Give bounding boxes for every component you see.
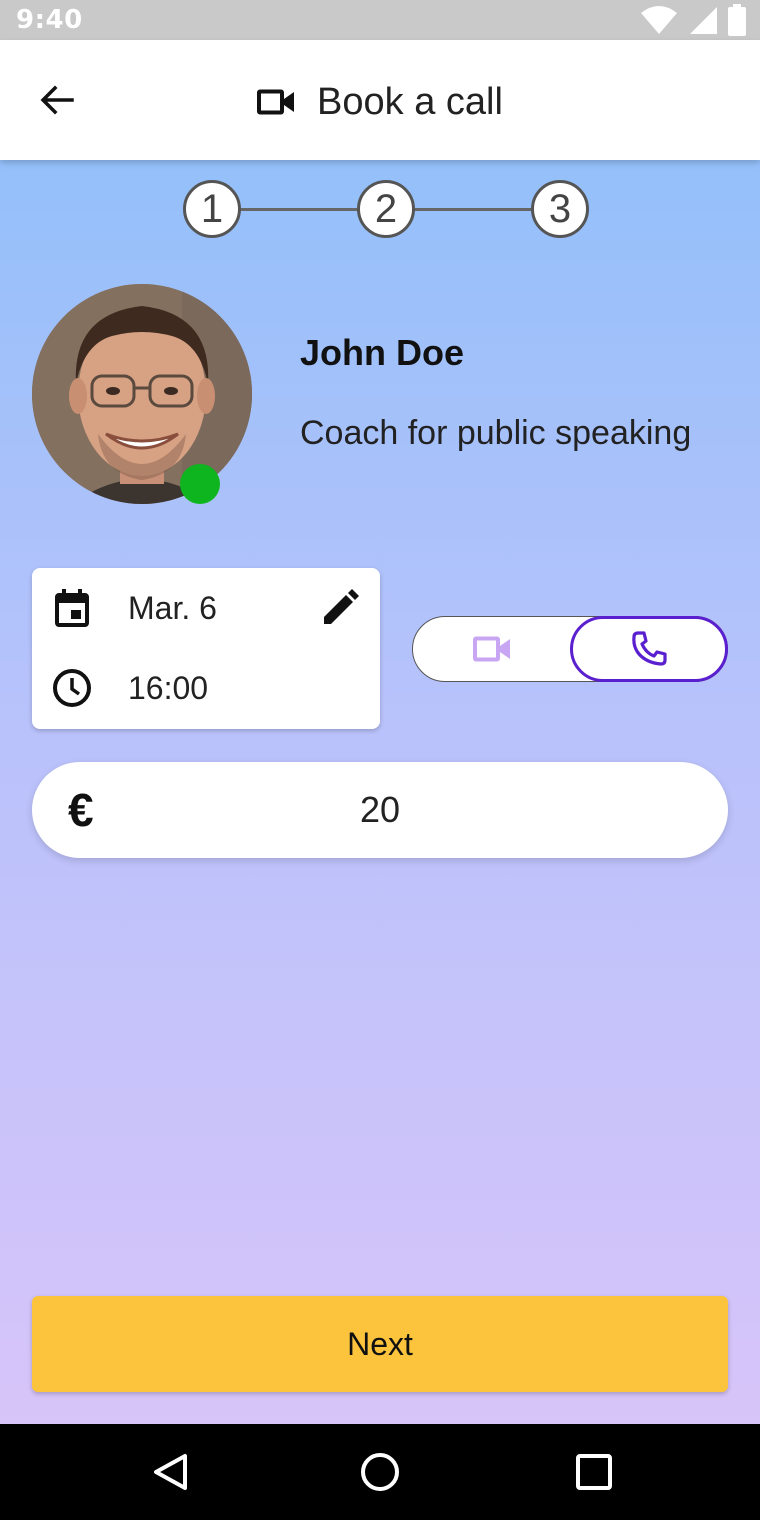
selected-time: 16:00	[128, 669, 209, 706]
wifi-icon	[641, 6, 677, 34]
step-2[interactable]: 2	[357, 180, 415, 238]
booking-content: 1 2 3 John Doe Coach for public speaking	[0, 160, 760, 1424]
videocam-icon	[257, 89, 295, 115]
video-call-option[interactable]	[433, 617, 551, 681]
system-nav-bar	[0, 1424, 760, 1520]
edit-schedule-button[interactable]	[318, 586, 362, 630]
status-bar: 9:40	[0, 0, 760, 40]
online-status-indicator	[180, 464, 220, 504]
nav-recents-button[interactable]	[570, 1448, 618, 1496]
selected-date: Mar. 6	[128, 589, 217, 626]
app-bar: Book a call	[0, 40, 760, 160]
phone-call-option[interactable]	[570, 616, 728, 682]
stepper-connector	[239, 208, 359, 211]
coach-role: Coach for public speaking	[300, 414, 692, 452]
videocam-icon	[473, 636, 510, 662]
stepper-connector	[413, 208, 533, 211]
clock-icon	[52, 668, 92, 708]
pencil-icon	[324, 589, 359, 624]
price-field[interactable]: € 20	[32, 762, 728, 858]
calendar-icon	[52, 588, 92, 628]
step-3[interactable]: 3	[531, 180, 589, 238]
nav-back-button[interactable]	[146, 1448, 194, 1496]
booking-stepper: 1 2 3	[183, 180, 589, 238]
back-triangle-icon	[154, 1454, 187, 1490]
schedule-card: Mar. 6 16:00	[32, 568, 380, 729]
battery-icon	[728, 4, 746, 36]
coach-name: John Doe	[300, 332, 465, 373]
status-time: 9:40	[16, 5, 83, 35]
page-title: Book a call	[317, 80, 503, 123]
step-1[interactable]: 1	[183, 180, 241, 238]
phone-icon	[632, 631, 667, 666]
app-title-wrap: Book a call	[0, 80, 760, 124]
status-icons	[640, 4, 746, 36]
home-circle-icon	[361, 1453, 399, 1491]
time-row: 16:00	[32, 658, 380, 718]
cell-signal-icon	[690, 7, 717, 34]
coach-avatar	[32, 284, 252, 504]
call-type-toggle	[412, 616, 728, 682]
nav-home-button[interactable]	[356, 1448, 404, 1496]
next-button[interactable]: Next	[32, 1296, 728, 1392]
recents-square-icon	[576, 1454, 612, 1490]
price-amount: 20	[359, 789, 401, 830]
